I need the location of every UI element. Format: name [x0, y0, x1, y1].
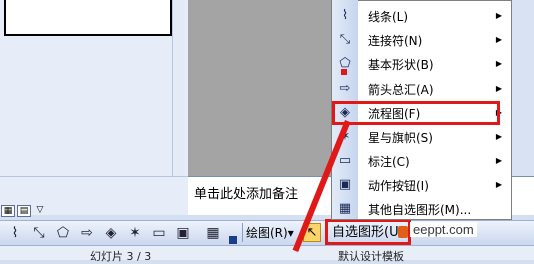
menu-item-action-buttons[interactable]: ▣ 动作按钮(I) ▶: [332, 173, 510, 197]
more-autoshapes-icon[interactable]: ▦: [204, 224, 222, 242]
menu-item-label: 箭头总汇(A): [368, 83, 434, 97]
block-arrows-icon[interactable]: ⇨: [78, 224, 96, 242]
lines-icon[interactable]: ⌇: [6, 224, 24, 242]
draw-menu-label: 绘图(R): [246, 226, 288, 240]
more-autoshapes-icon: ▦: [338, 201, 352, 216]
slide-sorter-icon[interactable]: ▤: [17, 205, 31, 217]
submenu-arrow-icon: ▶: [495, 180, 502, 189]
slideshow-icon[interactable]: ▽: [33, 205, 47, 217]
menu-item-label: 动作按钮(I): [368, 179, 429, 193]
submenu-arrow-icon: ▶: [495, 132, 502, 141]
canvas-scrollbar[interactable]: [512, 0, 534, 176]
notes-placeholder[interactable]: 单击此处添加备注: [194, 183, 298, 202]
menu-item-label: 基本形状(B): [368, 58, 434, 72]
action-buttons-icon[interactable]: ▣: [174, 224, 192, 242]
menu-item-block-arrows[interactable]: ⇨ 箭头总汇(A) ▶: [332, 77, 510, 101]
menu-item-connectors[interactable]: ⤡ 连接符(N) ▶: [332, 28, 510, 52]
callouts-icon[interactable]: ▭: [150, 224, 168, 242]
watermark-logo-icon: [398, 226, 408, 238]
callouts-icon: ▭: [338, 153, 352, 168]
watermark-text: eeppt.com: [410, 222, 477, 237]
submenu-arrow-icon: ▶: [495, 156, 502, 165]
draw-menu-arrow-icon: ▾: [287, 226, 294, 240]
flowchart-highlight-box: [332, 101, 500, 125]
submenu-arrow-icon: ▶: [495, 35, 502, 44]
toolbar-separator: [242, 223, 243, 242]
basic-shapes-icon[interactable]: ⬠: [54, 224, 72, 242]
menu-item-basic-shapes[interactable]: ⬠ 基本形状(B) ▶: [332, 52, 510, 76]
view-buttons: ▦ ▤ ▽: [0, 203, 60, 220]
draw-menu-button[interactable]: 绘图(R)▾: [246, 224, 294, 242]
menu-item-label: 连接符(N): [368, 34, 423, 48]
submenu-arrow-icon: ▶: [495, 59, 502, 68]
action-buttons-icon: ▣: [338, 177, 352, 192]
menu-item-label: 其他自选图形(M)...: [368, 203, 472, 217]
stars-banners-icon[interactable]: ✶: [126, 224, 144, 242]
status-design-template: 默认设计模板: [338, 250, 404, 263]
menu-item-more-autoshapes[interactable]: ▦ 其他自选图形(M)...: [332, 197, 510, 221]
submenu-arrow-icon: ▶: [495, 84, 502, 93]
menu-item-label: 星与旗帜(S): [368, 131, 433, 145]
menu-item-label: 标注(C): [368, 155, 410, 169]
connectors-icon: ⤡: [339, 32, 351, 47]
normal-view-icon[interactable]: ▦: [1, 205, 15, 217]
flowchart-icon[interactable]: ◈: [102, 224, 120, 242]
slide-thumbnail[interactable]: [4, 0, 172, 36]
menu-item-label: 线条(L): [368, 10, 409, 24]
connectors-icon[interactable]: ⤡: [30, 224, 48, 242]
red-marker: [341, 69, 347, 75]
menu-item-callouts[interactable]: ▭ 标注(C) ▶: [332, 149, 510, 173]
slides-pane-scrollbar[interactable]: [172, 0, 185, 176]
menu-item-stars-banners[interactable]: ✶ 星与旗帜(S) ▶: [332, 125, 510, 149]
block-arrows-icon: ⇨: [339, 81, 351, 96]
submenu-arrow-icon: ▶: [495, 11, 502, 20]
status-slide-count: 幻灯片 3 / 3: [90, 250, 152, 263]
status-bar: [0, 245, 534, 260]
toolbar-overflow-icon[interactable]: [229, 236, 237, 244]
menu-item-lines[interactable]: ⌇ 线条(L) ▶: [332, 4, 510, 28]
lines-icon: ⌇: [341, 8, 349, 23]
